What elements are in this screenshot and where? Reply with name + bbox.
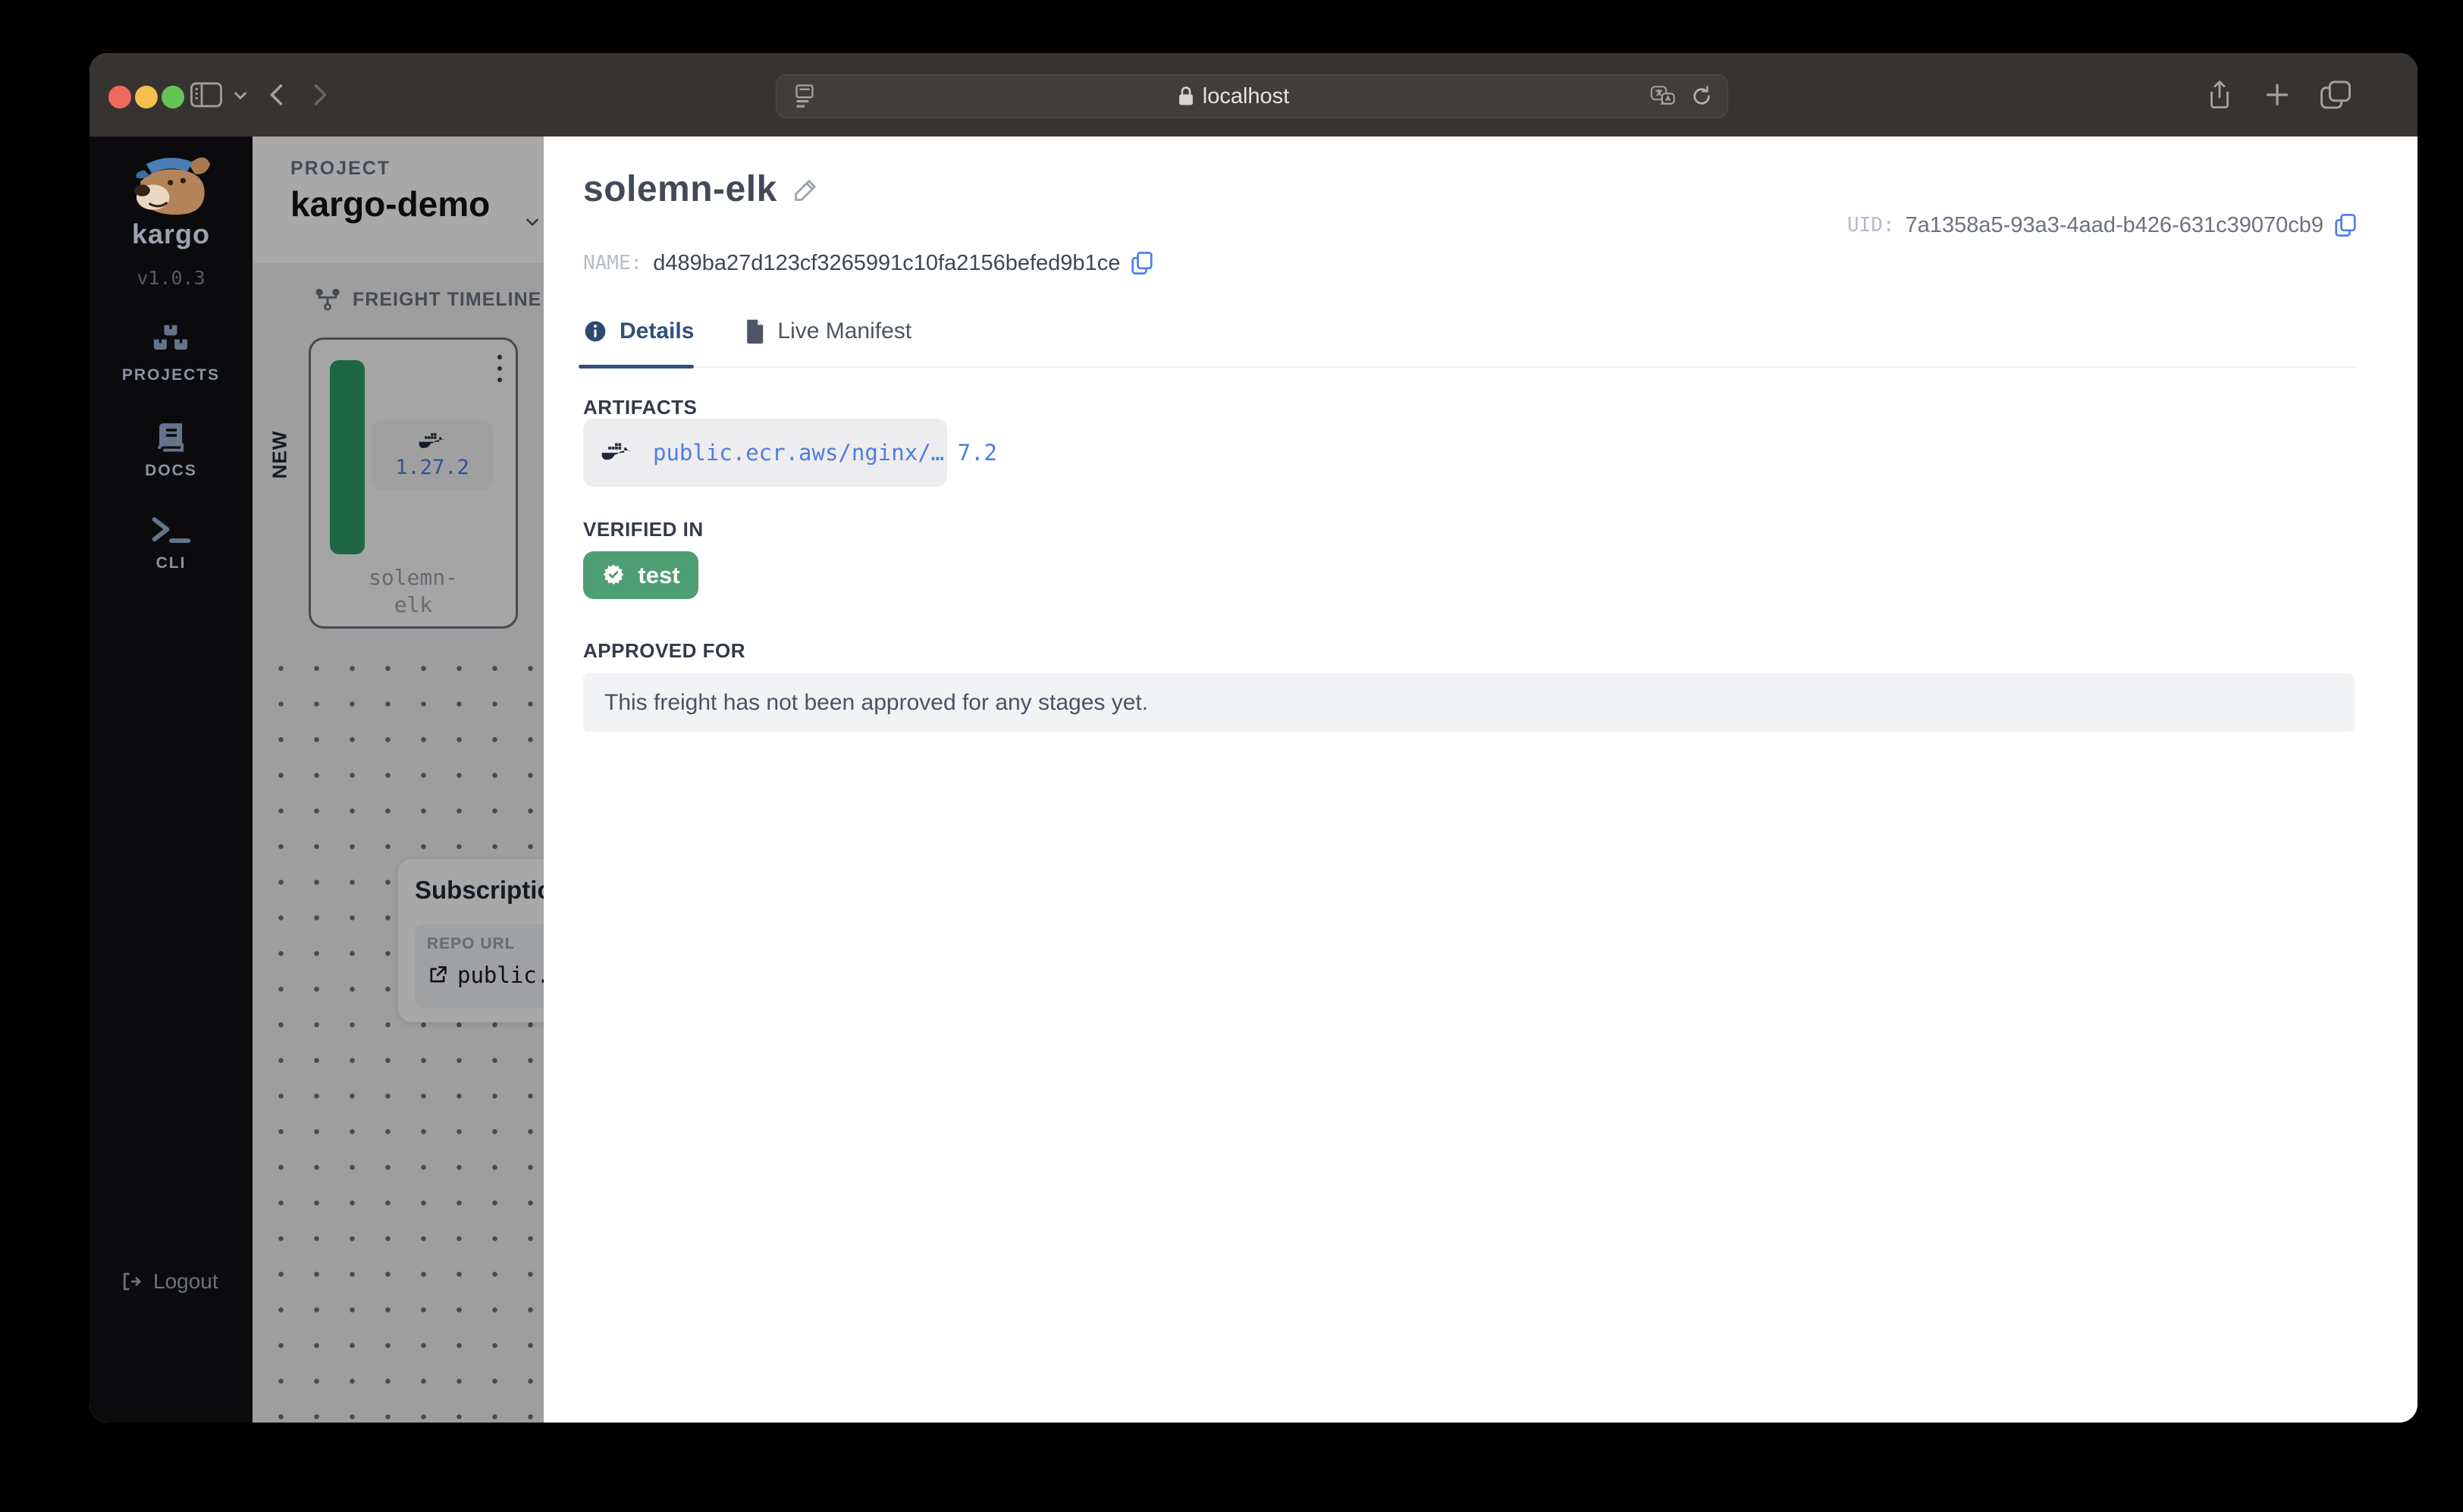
sidebar-toggle-icon[interactable] xyxy=(190,81,222,108)
name-label: NAME: xyxy=(583,252,642,274)
lock-icon xyxy=(1177,86,1195,107)
uid-value: 7a1358a5-93a3-4aad-b426-631c39070cb9 xyxy=(1906,213,2323,238)
name-value: d489ba27d123cf3265991c10fa2156befed9b1ce xyxy=(653,251,1120,276)
verified-stage-name: test xyxy=(638,562,679,589)
app-sidebar: kargo v1.0.3 PROJECTS DOCS xyxy=(89,136,253,1423)
close-window-button[interactable] xyxy=(108,86,131,108)
back-icon[interactable] xyxy=(264,81,291,108)
share-icon[interactable] xyxy=(2205,79,2234,111)
uid-row: UID: 7a1358a5-93a3-4aad-b426-631c39070cb… xyxy=(1847,212,2357,238)
browser-window: localhost xyxy=(89,53,2418,1423)
file-icon xyxy=(744,318,765,344)
project-column: PROJECT kargo-demo FREIGHT TIMELINE NEW xyxy=(253,136,544,1423)
reload-icon[interactable] xyxy=(1690,84,1714,108)
approved-for-empty-box: This freight has not been approved for a… xyxy=(583,673,2355,732)
tab-details[interactable]: Details xyxy=(583,318,694,344)
artifacts-heading: ARTIFACTS xyxy=(583,396,697,419)
approved-for-heading: APPROVED FOR xyxy=(583,639,745,663)
tabs-divider xyxy=(579,366,2357,368)
kargo-logo[interactable]: kargo xyxy=(123,150,220,250)
artifact-image-text: public.ecr.aws/nginx/… 7.2 xyxy=(653,440,997,466)
verified-seal-icon xyxy=(601,563,626,588)
freight-detail-panel: solemn-elk UID: 7a1358a5-93a3-4aad-b426-… xyxy=(544,136,2418,1423)
freight-title: solemn-elk xyxy=(583,168,777,210)
tab-overview-icon[interactable] xyxy=(2319,80,2352,110)
name-row: NAME: d489ba27d123cf3265991c10fa2156befe… xyxy=(583,250,1153,276)
book-icon xyxy=(153,419,190,454)
verified-stage-badge[interactable]: test xyxy=(583,551,698,599)
sidebar-item-projects[interactable]: PROJECTS xyxy=(122,324,220,384)
new-tab-plus-icon[interactable] xyxy=(2263,80,2292,109)
boxes-icon xyxy=(151,324,190,359)
sidebar-item-docs[interactable]: DOCS xyxy=(145,419,197,480)
kargo-dog-icon xyxy=(123,150,220,223)
reader-page-icon[interactable] xyxy=(793,83,816,109)
edit-alias-icon[interactable] xyxy=(792,176,820,203)
translate-icon[interactable] xyxy=(1650,85,1676,108)
uid-label: UID: xyxy=(1847,214,1895,237)
approved-for-empty-message: This freight has not been approved for a… xyxy=(604,690,1148,716)
zoom-window-button[interactable] xyxy=(162,86,184,108)
artifact-chip[interactable]: public.ecr.aws/nginx/… 7.2 xyxy=(583,419,947,487)
kargo-wordmark: kargo xyxy=(123,218,220,250)
terminal-icon xyxy=(150,515,193,547)
tab-live-manifest[interactable]: Live Manifest xyxy=(744,318,911,344)
minimize-window-button[interactable] xyxy=(135,86,158,108)
docker-icon xyxy=(601,441,632,465)
copy-uid-icon[interactable] xyxy=(2334,212,2357,238)
verified-in-heading: VERIFIED IN xyxy=(583,518,704,541)
detail-tabs: Details Live Manifest xyxy=(583,318,911,344)
logout-icon xyxy=(120,1270,143,1293)
browser-chrome: localhost xyxy=(89,53,2418,136)
address-bar[interactable]: localhost xyxy=(776,74,1728,118)
sidebar-item-cli[interactable]: CLI xyxy=(150,515,193,572)
chevron-down-icon[interactable] xyxy=(231,85,250,105)
active-tab-underline xyxy=(579,365,694,369)
copy-name-icon[interactable] xyxy=(1131,250,1153,276)
app-version: v1.0.3 xyxy=(136,267,205,289)
url-text: localhost xyxy=(1203,84,1289,109)
forward-icon[interactable] xyxy=(306,81,333,108)
info-circle-icon xyxy=(583,319,607,343)
logout-button[interactable]: Logout xyxy=(120,1269,218,1294)
drawer-backdrop[interactable] xyxy=(253,136,544,1423)
